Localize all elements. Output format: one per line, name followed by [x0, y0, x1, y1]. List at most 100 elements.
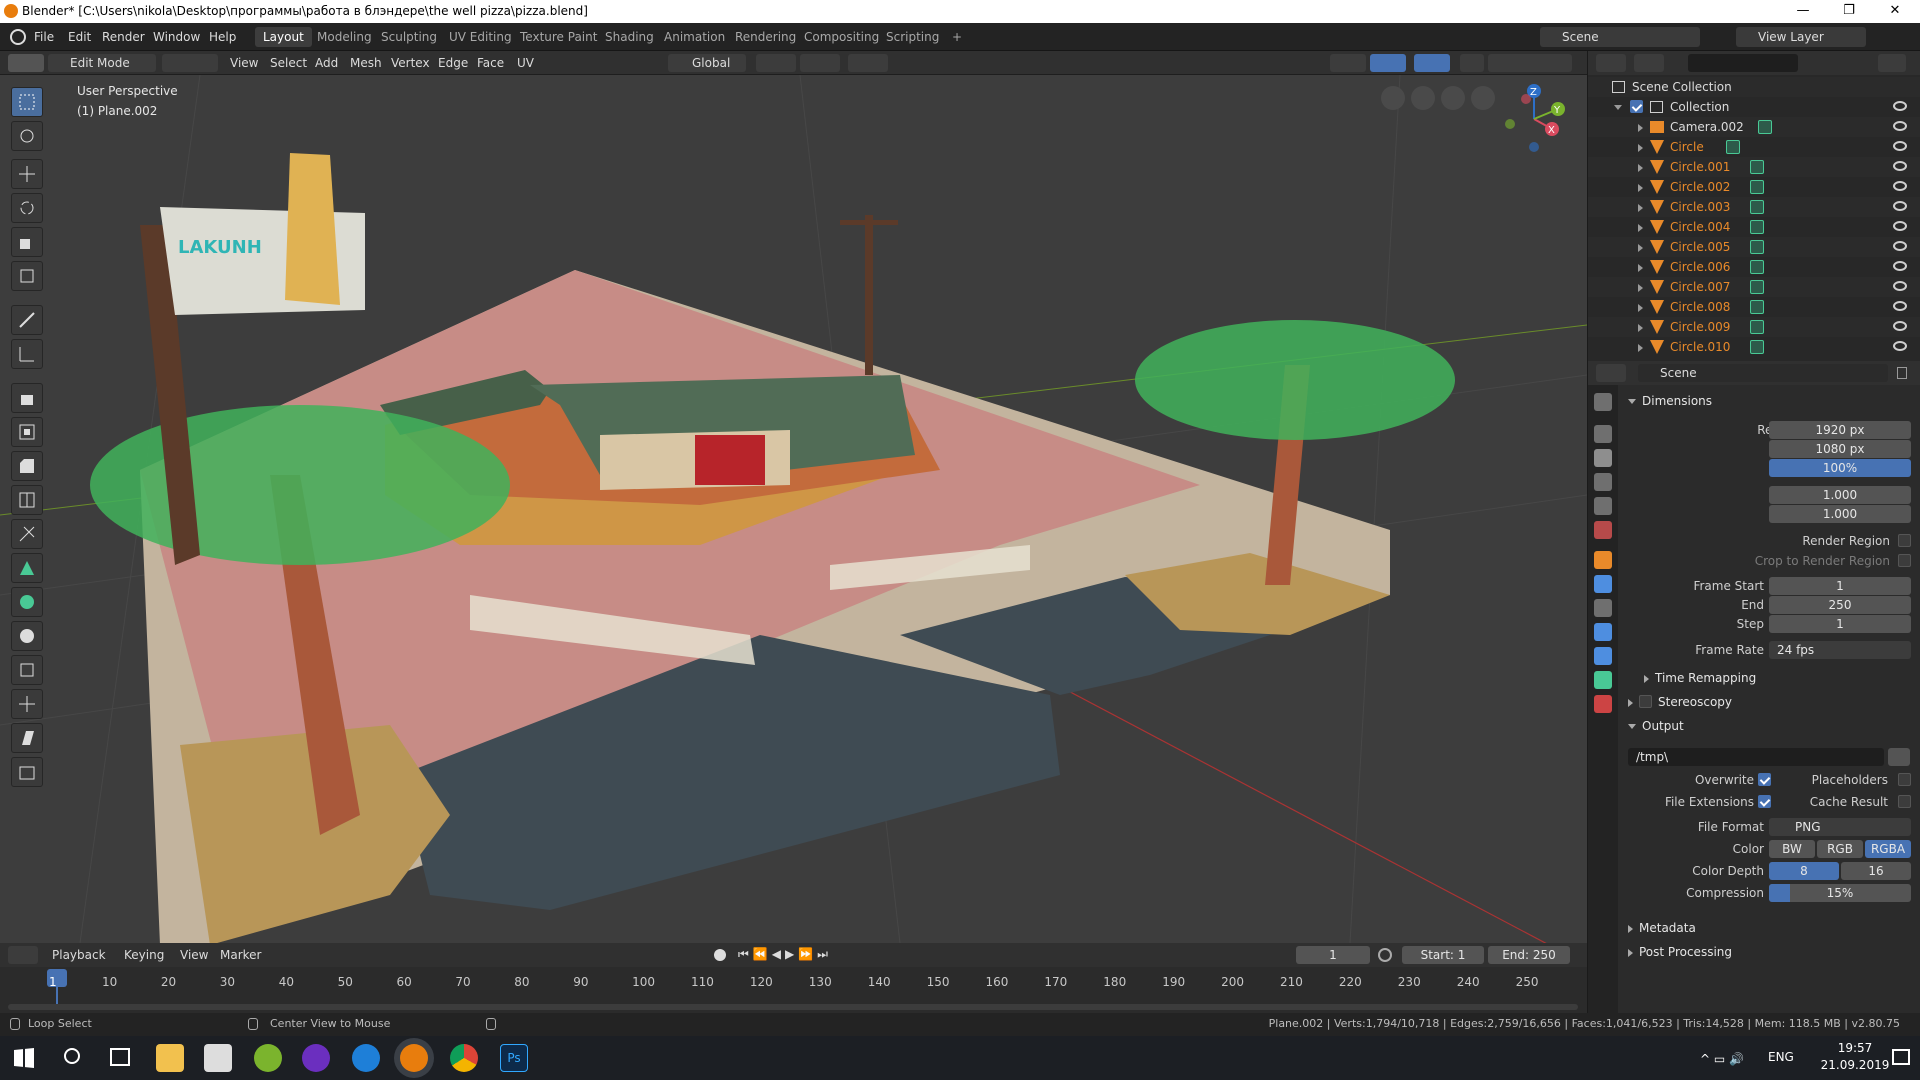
- frame-start-field[interactable]: 1: [1769, 577, 1911, 595]
- eye-icon[interactable]: [1893, 161, 1907, 171]
- color-rgba-button[interactable]: RGBA: [1865, 840, 1911, 858]
- inset-tool[interactable]: [11, 417, 43, 447]
- aspect-x-field[interactable]: 1.000: [1769, 486, 1911, 504]
- blender-menu-icon[interactable]: [10, 29, 26, 45]
- expand-arrow-icon[interactable]: [1638, 224, 1643, 232]
- rotate-tool[interactable]: [11, 193, 43, 223]
- file-explorer-icon[interactable]: [156, 1044, 184, 1072]
- expand-arrow-icon[interactable]: [1638, 144, 1643, 152]
- mesh-data-icon[interactable]: [1750, 240, 1764, 254]
- outliner-item[interactable]: Circle.001: [1588, 157, 1920, 177]
- spin-tool[interactable]: [11, 587, 43, 617]
- record-icon[interactable]: [714, 949, 726, 961]
- menu-face[interactable]: Face: [471, 54, 510, 72]
- outliner-item[interactable]: Circle.009: [1588, 317, 1920, 337]
- eye-icon[interactable]: [1893, 321, 1907, 331]
- display-mode-button[interactable]: [1634, 54, 1664, 72]
- render-region-checkbox[interactable]: [1898, 534, 1911, 547]
- view-layer-tab-icon[interactable]: [1594, 473, 1612, 491]
- notifications-icon[interactable]: [1892, 1049, 1910, 1065]
- tray-icons[interactable]: ^ ▭ 🔊: [1700, 1052, 1744, 1066]
- eye-icon[interactable]: [1893, 281, 1907, 291]
- data-tab-icon[interactable]: [1594, 671, 1612, 689]
- current-frame-field[interactable]: 1: [1296, 946, 1370, 964]
- toggle-camera-icon[interactable]: [1381, 86, 1405, 110]
- material-tab-icon[interactable]: [1594, 695, 1612, 713]
- expand-arrow-icon[interactable]: [1638, 124, 1643, 132]
- mesh-data-icon[interactable]: [1750, 160, 1764, 174]
- windows-start-icon[interactable]: [14, 1048, 34, 1068]
- outliner-editor-type[interactable]: [1596, 54, 1626, 72]
- shear-tool[interactable]: [11, 723, 43, 753]
- orientation-selector[interactable]: Global: [668, 54, 746, 72]
- scene-selector[interactable]: Scene: [1540, 27, 1700, 47]
- menu-render[interactable]: Render: [96, 28, 151, 46]
- add-workspace-button[interactable]: +: [944, 27, 970, 47]
- expand-arrow-icon[interactable]: [1638, 284, 1643, 292]
- timeline-scrollbar[interactable]: [8, 1004, 1578, 1010]
- extrude-tool[interactable]: [11, 383, 43, 413]
- eye-icon[interactable]: [1893, 121, 1907, 131]
- resolution-x-field[interactable]: 1920 px: [1769, 421, 1911, 439]
- mesh-data-icon[interactable]: [1750, 260, 1764, 274]
- clock-icon[interactable]: [1378, 948, 1392, 962]
- eye-icon[interactable]: [1893, 101, 1907, 111]
- expand-arrow-icon[interactable]: [1638, 344, 1643, 352]
- pivot-button[interactable]: [756, 54, 796, 72]
- close-button[interactable]: ✕: [1872, 0, 1918, 23]
- modifiers-tab-icon[interactable]: [1594, 575, 1612, 593]
- measure-tool[interactable]: [11, 339, 43, 369]
- outliner-item[interactable]: Circle.005: [1588, 237, 1920, 257]
- aspect-y-field[interactable]: 1.000: [1769, 505, 1911, 523]
- view-layer-selector[interactable]: View Layer: [1736, 27, 1866, 47]
- utorrent-icon[interactable]: [254, 1044, 282, 1072]
- chrome-icon[interactable]: [450, 1044, 478, 1072]
- mail-icon[interactable]: [204, 1044, 232, 1072]
- crop-region-checkbox[interactable]: [1898, 554, 1911, 567]
- select-mode-buttons[interactable]: [162, 54, 218, 72]
- constraints-tab-icon[interactable]: [1594, 647, 1612, 665]
- camera-view-icon[interactable]: [1411, 86, 1435, 110]
- menu-add[interactable]: Add: [309, 54, 344, 72]
- eye-icon[interactable]: [1893, 141, 1907, 151]
- outliner-item[interactable]: Circle.010: [1588, 337, 1920, 357]
- task-view-icon[interactable]: [110, 1048, 130, 1066]
- mesh-data-icon[interactable]: [1750, 280, 1764, 294]
- eye-icon[interactable]: [1893, 341, 1907, 351]
- color-depth-16-button[interactable]: 16: [1841, 862, 1911, 880]
- tab-layout[interactable]: Layout: [255, 27, 312, 47]
- outliner-item[interactable]: Circle.002: [1588, 177, 1920, 197]
- menu-select[interactable]: Select: [264, 54, 313, 72]
- file-format-select[interactable]: PNG: [1769, 818, 1911, 836]
- rip-tool[interactable]: [11, 757, 43, 787]
- cache-result-checkbox[interactable]: [1898, 795, 1911, 808]
- mesh-data-icon[interactable]: [1750, 320, 1764, 334]
- knife-tool[interactable]: [11, 519, 43, 549]
- menu-edge[interactable]: Edge: [432, 54, 474, 72]
- menu-view[interactable]: View: [224, 54, 264, 72]
- resolution-y-field[interactable]: 1080 px: [1769, 440, 1911, 458]
- shading-buttons[interactable]: [1488, 54, 1572, 72]
- expand-arrow-icon[interactable]: [1614, 105, 1622, 110]
- keying-menu[interactable]: Keying: [118, 946, 170, 964]
- filter-icon[interactable]: [1878, 54, 1906, 72]
- expand-arrow-icon[interactable]: [1638, 184, 1643, 192]
- compression-slider[interactable]: 15%: [1769, 884, 1911, 902]
- mesh-data-icon[interactable]: [1750, 220, 1764, 234]
- stereoscopy-panel-header[interactable]: Stereoscopy: [1628, 691, 1732, 713]
- resolution-percent-field[interactable]: 100%: [1769, 459, 1911, 477]
- frame-rate-select[interactable]: 24 fps: [1769, 641, 1911, 659]
- bevel-tool[interactable]: [11, 451, 43, 481]
- menu-vertex[interactable]: Vertex: [385, 54, 436, 72]
- shrink-fatten-tool[interactable]: [11, 689, 43, 719]
- output-path-input[interactable]: /tmp\: [1628, 748, 1884, 766]
- output-tab-icon[interactable]: [1594, 449, 1612, 467]
- expand-arrow-icon[interactable]: [1638, 164, 1643, 172]
- clock-date[interactable]: 21.09.2019: [1820, 1058, 1890, 1072]
- blender-taskbar-icon[interactable]: [400, 1044, 428, 1072]
- dimensions-panel-header[interactable]: Dimensions: [1628, 390, 1712, 412]
- outliner-item[interactable]: Circle: [1588, 137, 1920, 157]
- pan-hand-icon[interactable]: [1441, 86, 1465, 110]
- smooth-tool[interactable]: [11, 621, 43, 651]
- color-bw-button[interactable]: BW: [1769, 840, 1815, 858]
